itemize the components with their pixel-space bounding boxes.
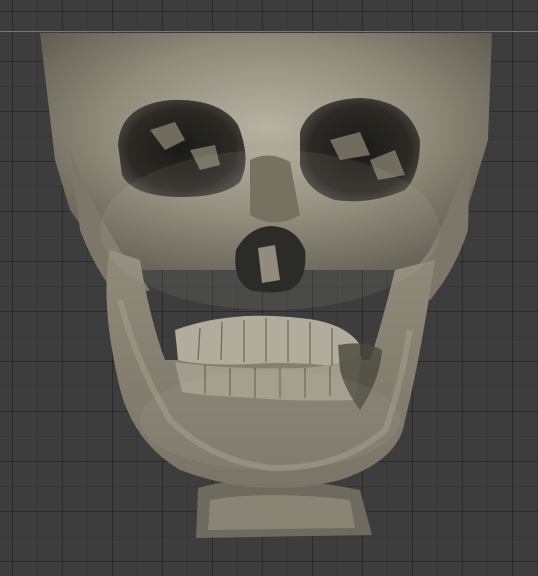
cervical-spine: [196, 479, 372, 538]
skull-3d-model-icon[interactable]: [0, 0, 538, 576]
3d-viewport[interactable]: [0, 0, 538, 576]
